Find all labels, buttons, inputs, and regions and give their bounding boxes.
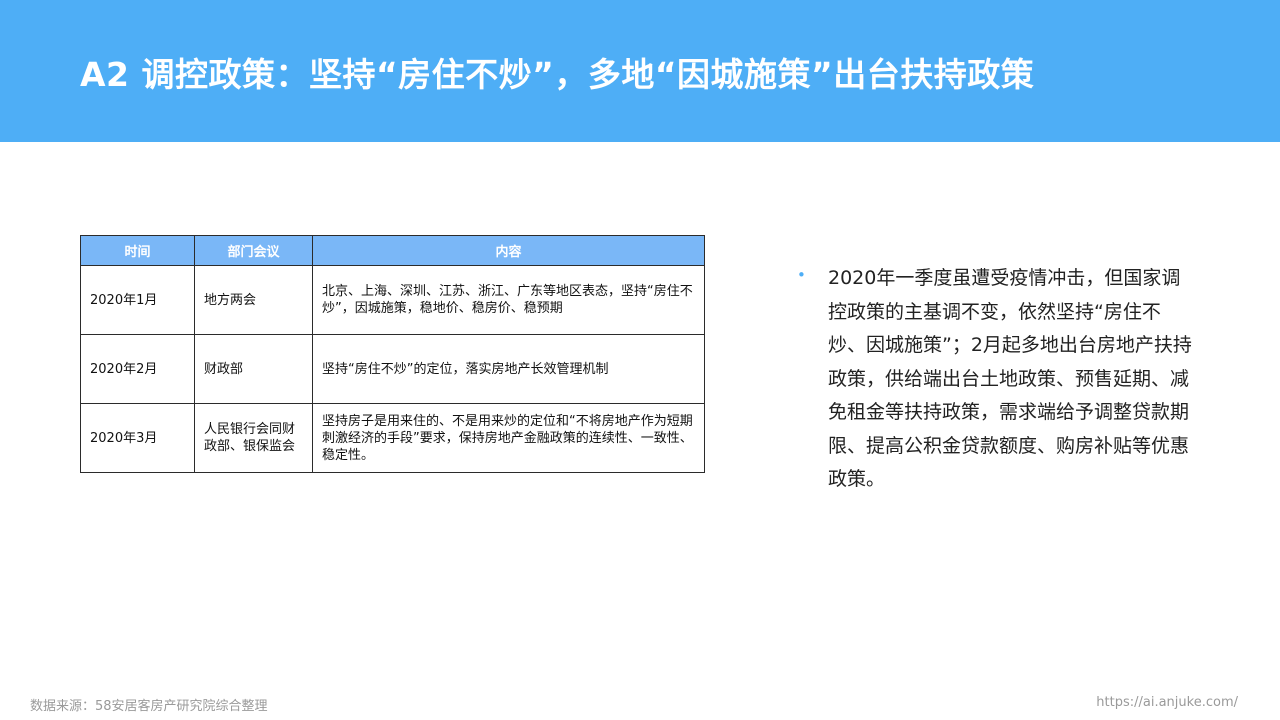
column-header-time: 时间 — [80, 235, 195, 266]
table-row: 2020年2月 财政部 坚持“房住不炒”的定位，落实房地产长效管理机制 — [80, 334, 705, 404]
cell-department: 人民银行会同财政部、银保监会 — [194, 403, 313, 473]
cell-time: 2020年2月 — [80, 334, 195, 404]
cell-department: 地方两会 — [194, 265, 313, 335]
cell-time: 2020年1月 — [80, 265, 195, 335]
summary-bullet: • 2020年一季度虽遭受疫情冲击，但国家调控政策的主基调不变，依然坚持“房住不… — [797, 262, 1197, 497]
data-source-note: 数据来源：58安居客房产研究院综合整理 — [30, 699, 268, 714]
cell-content: 北京、上海、深圳、江苏、浙江、广东等地区表态，坚持“房住不炒”，因城施策，稳地价… — [312, 265, 705, 335]
table-row: 2020年3月 人民银行会同财政部、银保监会 坚持房子是用来住的、不是用来炒的定… — [80, 403, 705, 473]
policy-table: 时间 部门会议 内容 2020年1月 地方两会 北京、上海、深圳、江苏、浙江、广… — [80, 235, 705, 473]
website-url: https://ai.anjuke.com/ — [1096, 695, 1238, 710]
column-header-content: 内容 — [312, 235, 705, 266]
table-row: 2020年1月 地方两会 北京、上海、深圳、江苏、浙江、广东等地区表态，坚持“房… — [80, 265, 705, 335]
bullet-icon: • — [797, 266, 806, 284]
column-header-department: 部门会议 — [194, 235, 313, 266]
cell-content: 坚持“房住不炒”的定位，落实房地产长效管理机制 — [312, 334, 705, 404]
cell-content: 坚持房子是用来住的、不是用来炒的定位和“不将房地产作为短期刺激经济的手段”要求，… — [312, 403, 705, 473]
summary-text: 2020年一季度虽遭受疫情冲击，但国家调控政策的主基调不变，依然坚持“房住不炒、… — [828, 267, 1192, 490]
cell-time: 2020年3月 — [80, 403, 195, 473]
page-title: A2 调控政策：坚持“房住不炒”，多地“因城施策”出台扶持政策 — [80, 55, 1035, 94]
cell-department: 财政部 — [194, 334, 313, 404]
header-bar: A2 调控政策：坚持“房住不炒”，多地“因城施策”出台扶持政策 — [0, 0, 1280, 142]
table-header-row: 时间 部门会议 内容 — [80, 235, 705, 266]
